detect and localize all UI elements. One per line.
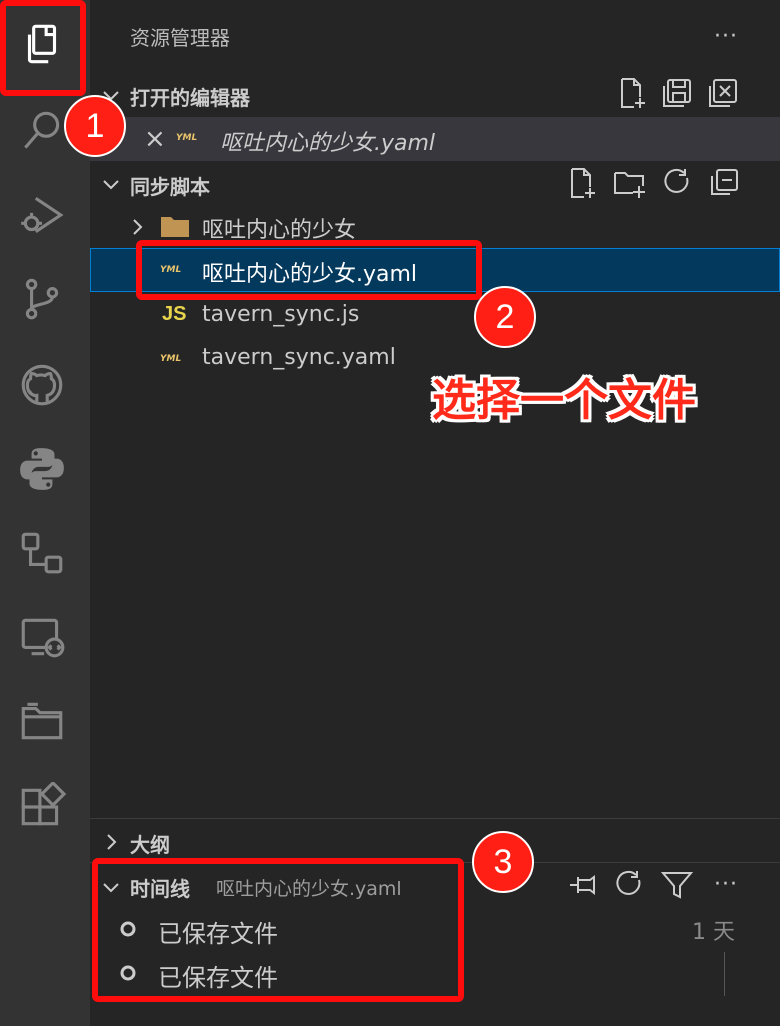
new-folder-icon[interactable]	[612, 166, 648, 202]
chevron-down-icon[interactable]	[100, 173, 122, 195]
collapse-all-icon[interactable]	[708, 166, 744, 202]
highlight-box-timeline	[92, 858, 464, 1002]
yaml-file-icon: YML	[176, 133, 198, 143]
timeline-more-icon[interactable]: ···	[714, 872, 738, 897]
tree-item-label[interactable]: tavern_sync.js	[202, 302, 359, 327]
open-editor-label[interactable]: 呕吐内心的少女.yaml	[220, 125, 435, 157]
explorer-title: 资源管理器	[130, 26, 230, 50]
close-editor-icon[interactable]: ×	[144, 124, 166, 154]
save-all-icon[interactable]	[660, 76, 696, 112]
new-untitled-file-icon[interactable]	[614, 76, 650, 112]
step-badge-3: 3	[472, 831, 534, 893]
step-badge-2: 2	[474, 286, 536, 348]
chevron-right-icon[interactable]	[126, 216, 148, 238]
new-file-icon[interactable]	[564, 166, 600, 202]
chevron-right-icon[interactable]	[100, 831, 122, 853]
search-icon[interactable]	[15, 104, 69, 158]
tree-item-label[interactable]: tavern_sync.yaml	[202, 345, 396, 370]
close-all-editors-icon[interactable]	[706, 76, 742, 112]
yaml-file-icon: YML	[160, 354, 182, 364]
remote-explorer-icon[interactable]	[15, 526, 69, 580]
python-icon[interactable]	[15, 442, 69, 496]
timeline-gutter-line	[724, 952, 725, 996]
folder-icon	[161, 217, 189, 237]
run-debug-icon[interactable]	[15, 188, 69, 242]
timeline-item-time: 1 天	[692, 920, 735, 945]
remote-window-icon[interactable]	[15, 610, 69, 664]
outline-title[interactable]: 大纲	[130, 829, 170, 858]
pin-icon[interactable]	[566, 868, 602, 904]
highlight-box-file	[136, 240, 482, 300]
refresh-icon[interactable]	[660, 166, 696, 202]
js-file-icon: JS	[162, 303, 187, 325]
section-divider	[90, 818, 780, 819]
workspace-title[interactable]: 同步脚本	[130, 171, 210, 200]
refresh-icon[interactable]	[612, 868, 648, 904]
github-icon[interactable]	[15, 358, 69, 412]
activity-bar	[0, 0, 90, 1026]
extensions-icon[interactable]	[15, 780, 69, 834]
folder-manager-icon[interactable]	[15, 694, 69, 748]
source-control-icon[interactable]	[15, 272, 69, 326]
explorer-more-icon[interactable]: ···	[714, 24, 738, 49]
step-badge-1: 1	[64, 95, 126, 157]
callout-text: 选择一个文件	[432, 375, 696, 426]
open-editors-title[interactable]: 打开的编辑器	[130, 82, 250, 111]
filter-icon[interactable]	[660, 868, 696, 904]
highlight-box-explorer	[0, 0, 86, 96]
